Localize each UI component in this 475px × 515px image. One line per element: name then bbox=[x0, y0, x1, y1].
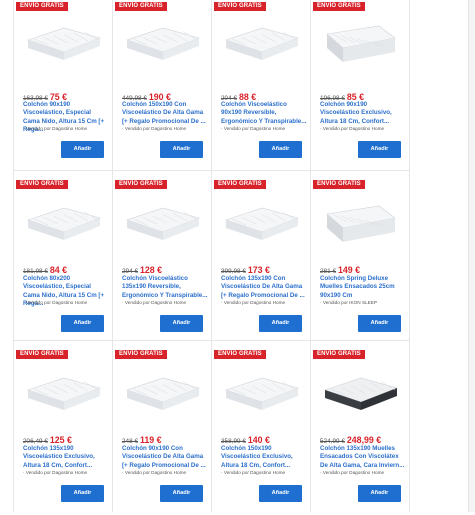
product-card[interactable]: ENVÍO GRATIS 163,98 €75 € Colchón 90x190 V… bbox=[13, 0, 112, 170]
add-to-cart-button[interactable]: Añadir bbox=[259, 141, 302, 158]
free-shipping-badge: ENVÍO GRATIS bbox=[313, 350, 365, 359]
free-shipping-badge: ENVÍO GRATIS bbox=[313, 180, 365, 189]
sale-price: 84 € bbox=[49, 265, 68, 275]
product-card[interactable]: ENVÍO GRATIS 449,98 €190 € Colchón 150x190… bbox=[112, 0, 211, 170]
product-image[interactable] bbox=[220, 12, 303, 72]
sale-price: 173 € bbox=[247, 265, 270, 275]
sale-price: 248,99 € bbox=[346, 435, 382, 445]
free-shipping-badge: ENVÍO GRATIS bbox=[115, 2, 167, 11]
free-shipping-badge: ENVÍO GRATIS bbox=[214, 180, 266, 189]
product-image[interactable] bbox=[22, 362, 105, 422]
product-card[interactable]: ENVÍO GRATIS 248 €119 € Colchón 90x190 Con… bbox=[112, 345, 211, 515]
free-shipping-badge: ENVÍO GRATIS bbox=[16, 2, 68, 11]
product-title-link[interactable]: Colchón Viscoelástico 90x190 Reversible,… bbox=[221, 101, 307, 126]
product-image[interactable] bbox=[319, 12, 402, 72]
original-price: 248 € bbox=[122, 438, 138, 445]
add-to-cart-button[interactable]: Añadir bbox=[160, 141, 203, 158]
sale-price: 140 € bbox=[247, 435, 270, 445]
seller-info: · Vendido por Dagostino Home bbox=[23, 300, 88, 305]
seller-info: · Vendido por Dagostino Home bbox=[122, 126, 187, 131]
product-title-link[interactable]: Colchón 135x190 Con Viscoelástico De Alt… bbox=[221, 275, 307, 300]
original-price: 524,99 € bbox=[320, 438, 345, 445]
product-card[interactable]: ENVÍO GRATIS 196,98 €85 € Colchón 90x190 V… bbox=[310, 0, 409, 170]
free-shipping-badge: ENVÍO GRATIS bbox=[16, 350, 68, 359]
seller-info: · Vendido por Dagostino Home bbox=[221, 470, 286, 475]
seller-info: · Vendido por Dagostino Home bbox=[221, 300, 286, 305]
product-image[interactable] bbox=[319, 192, 402, 252]
original-price: 181,98 € bbox=[23, 268, 48, 275]
seller-info: · Vendido por Dagostino Home bbox=[23, 470, 88, 475]
product-card[interactable]: ENVÍO GRATIS 399,98 €173 € Colchón 135x190… bbox=[211, 175, 310, 345]
seller-info: · Vendido por Dagostino Home bbox=[122, 470, 187, 475]
product-title-link[interactable]: Colchón Spring Deluxe Muelles Ensacados … bbox=[320, 275, 406, 300]
seller-info: · Vendido por Dagostino Home bbox=[23, 126, 88, 131]
add-to-cart-button[interactable]: Añadir bbox=[259, 315, 302, 332]
free-shipping-badge: ENVÍO GRATIS bbox=[115, 180, 167, 189]
free-shipping-badge: ENVÍO GRATIS bbox=[115, 350, 167, 359]
product-title-link[interactable]: Colchón 90x190 Viscoelástico Exclusivo, … bbox=[320, 101, 406, 126]
product-image[interactable] bbox=[22, 12, 105, 72]
product-image[interactable] bbox=[319, 362, 402, 422]
sale-price: 128 € bbox=[140, 265, 163, 275]
product-card[interactable]: ENVÍO GRATIS 358,99 €140 € Colchón 150x190… bbox=[211, 345, 310, 515]
product-title-link[interactable]: Colchón 150x190 Con Viscoelástico De Alt… bbox=[122, 101, 208, 126]
original-price: 358,99 € bbox=[221, 438, 246, 445]
product-card[interactable]: ENVÍO GRATIS 281 €149 € Colchón Spring Del… bbox=[310, 175, 409, 345]
row-divider bbox=[13, 170, 410, 171]
product-card[interactable]: ENVÍO GRATIS 524,99 €248,99 € Colchón 135x… bbox=[310, 345, 409, 515]
add-to-cart-button[interactable]: Añadir bbox=[259, 485, 302, 502]
seller-info: · Vendido por Dagostino Home bbox=[221, 126, 286, 131]
product-title-link[interactable]: Colchón Viscoelástico 135x190 Reversible… bbox=[122, 275, 208, 300]
product-card[interactable]: ENVÍO GRATIS 206,49 €125 € Colchón 135x190… bbox=[13, 345, 112, 515]
seller-info: · Vendido por IKON SLEEP bbox=[320, 300, 378, 305]
product-image[interactable] bbox=[121, 12, 204, 72]
sale-price: 125 € bbox=[49, 435, 72, 445]
add-to-cart-button[interactable]: Añadir bbox=[61, 315, 104, 332]
original-price: 399,98 € bbox=[221, 268, 246, 275]
add-to-cart-button[interactable]: Añadir bbox=[61, 485, 104, 502]
scrollbar-track[interactable] bbox=[468, 0, 475, 512]
seller-info: · Vendido por Dagostino Home bbox=[320, 470, 385, 475]
product-card[interactable]: ENVÍO GRATIS 181,98 €84 € Colchón 80x200 V… bbox=[13, 175, 112, 345]
free-shipping-badge: ENVÍO GRATIS bbox=[313, 2, 365, 11]
add-to-cart-button[interactable]: Añadir bbox=[160, 485, 203, 502]
product-card[interactable]: ENVÍO GRATIS 204 €88 € Colchón Viscoelásti… bbox=[211, 0, 310, 170]
product-title-link[interactable]: Colchón 135x190 Viscoelástico Exclusivo,… bbox=[23, 445, 109, 470]
free-shipping-badge: ENVÍO GRATIS bbox=[214, 2, 266, 11]
free-shipping-badge: ENVÍO GRATIS bbox=[214, 350, 266, 359]
add-to-cart-button[interactable]: Añadir bbox=[160, 315, 203, 332]
seller-info: · Vendido por Dagostino Home bbox=[122, 300, 187, 305]
add-to-cart-button[interactable]: Añadir bbox=[358, 485, 401, 502]
original-price: 294 € bbox=[122, 268, 138, 275]
product-image[interactable] bbox=[121, 362, 204, 422]
add-to-cart-button[interactable]: Añadir bbox=[358, 141, 401, 158]
original-price: 281 € bbox=[320, 268, 336, 275]
add-to-cart-button[interactable]: Añadir bbox=[358, 315, 401, 332]
sale-price: 149 € bbox=[338, 265, 361, 275]
product-image[interactable] bbox=[220, 362, 303, 422]
free-shipping-badge: ENVÍO GRATIS bbox=[16, 180, 68, 189]
product-image[interactable] bbox=[220, 192, 303, 252]
original-price: 206,49 € bbox=[23, 438, 48, 445]
product-image[interactable] bbox=[22, 192, 105, 252]
sale-price: 119 € bbox=[140, 435, 162, 445]
product-title-link[interactable]: Colchón 135x190 Muelles Ensacados Con Vi… bbox=[320, 445, 406, 470]
seller-info: · Vendido por Dagostino Home bbox=[320, 126, 385, 131]
product-title-link[interactable]: Colchón 90x190 Con Viscoelástico De Alta… bbox=[122, 445, 208, 470]
add-to-cart-button[interactable]: Añadir bbox=[61, 141, 104, 158]
grid-divider bbox=[409, 0, 410, 512]
product-card[interactable]: ENVÍO GRATIS 294 €128 € Colchón Viscoelást… bbox=[112, 175, 211, 345]
product-image[interactable] bbox=[121, 192, 204, 252]
product-title-link[interactable]: Colchón 150x190 Viscoelástico Exclusivo,… bbox=[221, 445, 307, 470]
